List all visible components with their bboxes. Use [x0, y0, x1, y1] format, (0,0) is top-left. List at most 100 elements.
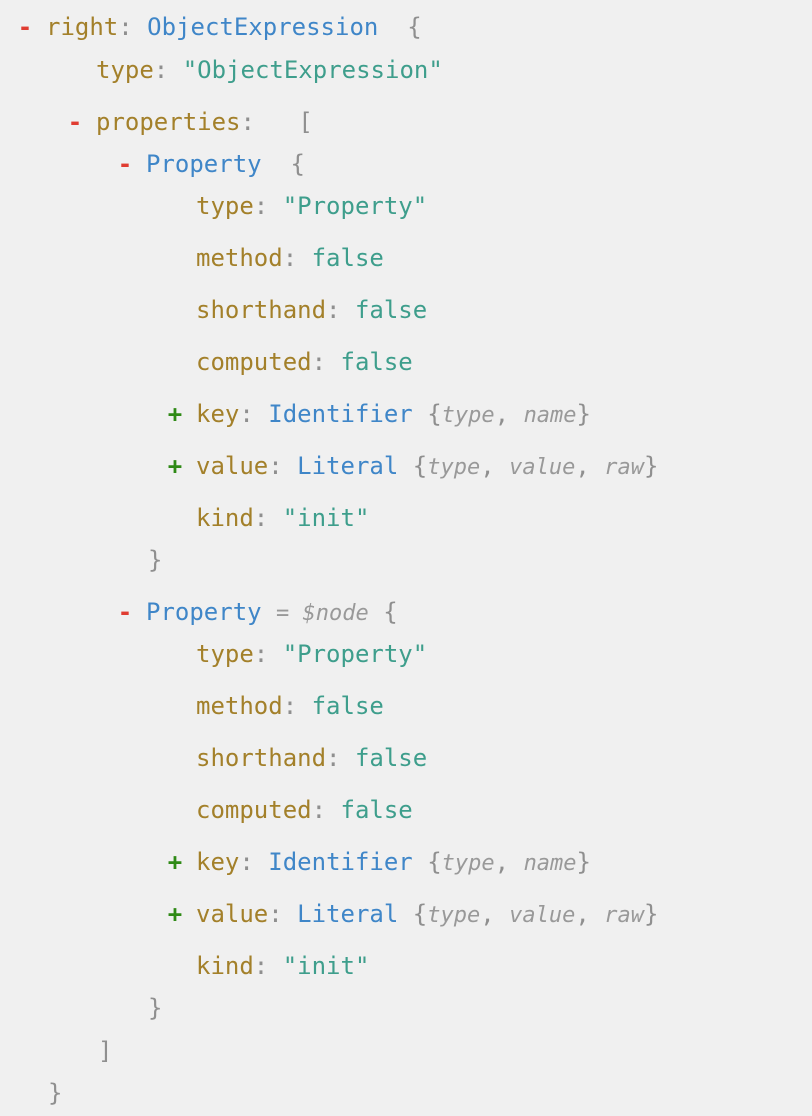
opening-bracket: { [290, 150, 305, 178]
collapse-toggle-icon[interactable]: - [16, 12, 34, 42]
expand-toggle-icon[interactable]: + [166, 899, 184, 929]
collapse-toggle-icon[interactable]: - [66, 107, 84, 137]
opening-bracket: { [383, 598, 398, 626]
line-content: Property = $node { [146, 597, 398, 629]
colon: : [253, 640, 283, 668]
opening-bracket: [ [298, 108, 313, 136]
summary-field: type [441, 403, 495, 428]
line-content: method: false [196, 243, 384, 273]
property-key: value [196, 452, 269, 480]
collapse-toggle-icon[interactable]: - [116, 149, 134, 179]
summary-separator: , [480, 900, 510, 928]
property-key: method [196, 692, 283, 720]
line-content: Property { [146, 149, 305, 179]
property-key: type [196, 640, 254, 668]
summary-field: type [427, 903, 481, 928]
colon: : [268, 452, 298, 480]
colon: : [282, 244, 312, 272]
closing-bracket: } [48, 1079, 63, 1107]
line-content: computed: false [196, 347, 413, 377]
colon: : [253, 192, 283, 220]
string-value: "ObjectExpression" [182, 56, 443, 84]
line-content: value: Literal {type, value, raw} [196, 451, 658, 483]
summary-field: type [441, 851, 495, 876]
summary-field: value [509, 903, 576, 928]
summary-open-brace: { [398, 900, 428, 928]
summary-open-brace: { [398, 452, 428, 480]
node-type-name[interactable]: ObjectExpression [147, 13, 378, 41]
colon: : [326, 296, 355, 324]
boolean-value: false [311, 244, 384, 272]
expand-toggle-icon[interactable]: + [166, 451, 184, 481]
colon: : [118, 13, 148, 41]
opening-bracket: { [407, 13, 422, 41]
summary-open-brace: { [412, 400, 442, 428]
boolean-value: false [340, 348, 413, 376]
boolean-value: false [354, 744, 428, 772]
node-type-name[interactable]: Property [146, 598, 262, 626]
string-value: "init" [282, 504, 370, 532]
closing-bracket: ] [98, 1037, 113, 1065]
expand-toggle-icon[interactable]: + [166, 399, 184, 429]
colon: : [326, 744, 355, 772]
property-key: properties [96, 108, 241, 136]
property-key: type [96, 56, 154, 84]
string-value: "Property" [282, 640, 428, 668]
line-content: ] [98, 1036, 112, 1066]
summary-separator: , [575, 452, 605, 480]
summary-field: name [523, 851, 577, 876]
boolean-value: false [311, 692, 384, 720]
line-content: key: Identifier {type, name} [196, 399, 591, 431]
line-content: type: "Property" [196, 191, 427, 221]
line-content: type: "ObjectExpression" [96, 55, 443, 85]
closing-bracket: } [148, 994, 163, 1022]
colon: : [240, 108, 270, 136]
node-type-name[interactable]: Identifier [268, 848, 413, 876]
line-content: type: "Property" [196, 639, 427, 669]
summary-separator: , [494, 400, 524, 428]
property-key: type [196, 192, 254, 220]
collapse-toggle-icon[interactable]: - [116, 597, 134, 627]
string-value: "init" [282, 952, 370, 980]
colon: : [239, 400, 269, 428]
node-annotation: = $node [276, 601, 369, 626]
property-key: computed [196, 796, 312, 824]
property-key: key [196, 400, 240, 428]
summary-field: raw [604, 455, 644, 480]
colon: : [239, 848, 269, 876]
node-type-name[interactable]: Literal [297, 452, 398, 480]
boolean-value: false [340, 796, 413, 824]
property-key: computed [196, 348, 312, 376]
colon: : [311, 348, 341, 376]
summary-separator: , [575, 900, 605, 928]
colon: : [268, 900, 298, 928]
line-content: shorthand: false [196, 295, 427, 325]
colon: : [153, 56, 183, 84]
line-content: value: Literal {type, value, raw} [196, 899, 658, 931]
summary-separator: , [494, 848, 524, 876]
colon: : [253, 504, 283, 532]
summary-close-brace: } [644, 452, 659, 480]
line-content: right: ObjectExpression { [46, 12, 422, 42]
summary-field: raw [604, 903, 644, 928]
summary-separator: , [480, 452, 510, 480]
expand-toggle-icon[interactable]: + [166, 847, 184, 877]
node-type-name[interactable]: Property [146, 150, 262, 178]
property-key: shorthand [196, 744, 327, 772]
property-key: key [196, 848, 240, 876]
line-content: kind: "init" [196, 503, 369, 533]
property-key: right [46, 13, 119, 41]
property-key: kind [196, 504, 254, 532]
property-key: kind [196, 952, 254, 980]
line-content: } [148, 993, 162, 1023]
line-content: properties: [ [96, 107, 313, 137]
node-type-name[interactable]: Identifier [268, 400, 413, 428]
node-type-name[interactable]: Literal [297, 900, 398, 928]
string-value: "Property" [282, 192, 428, 220]
property-key: value [196, 900, 269, 928]
line-content: } [148, 545, 162, 575]
summary-field: type [427, 455, 481, 480]
boolean-value: false [354, 296, 428, 324]
closing-bracket: } [148, 546, 163, 574]
line-content: } [48, 1078, 62, 1108]
